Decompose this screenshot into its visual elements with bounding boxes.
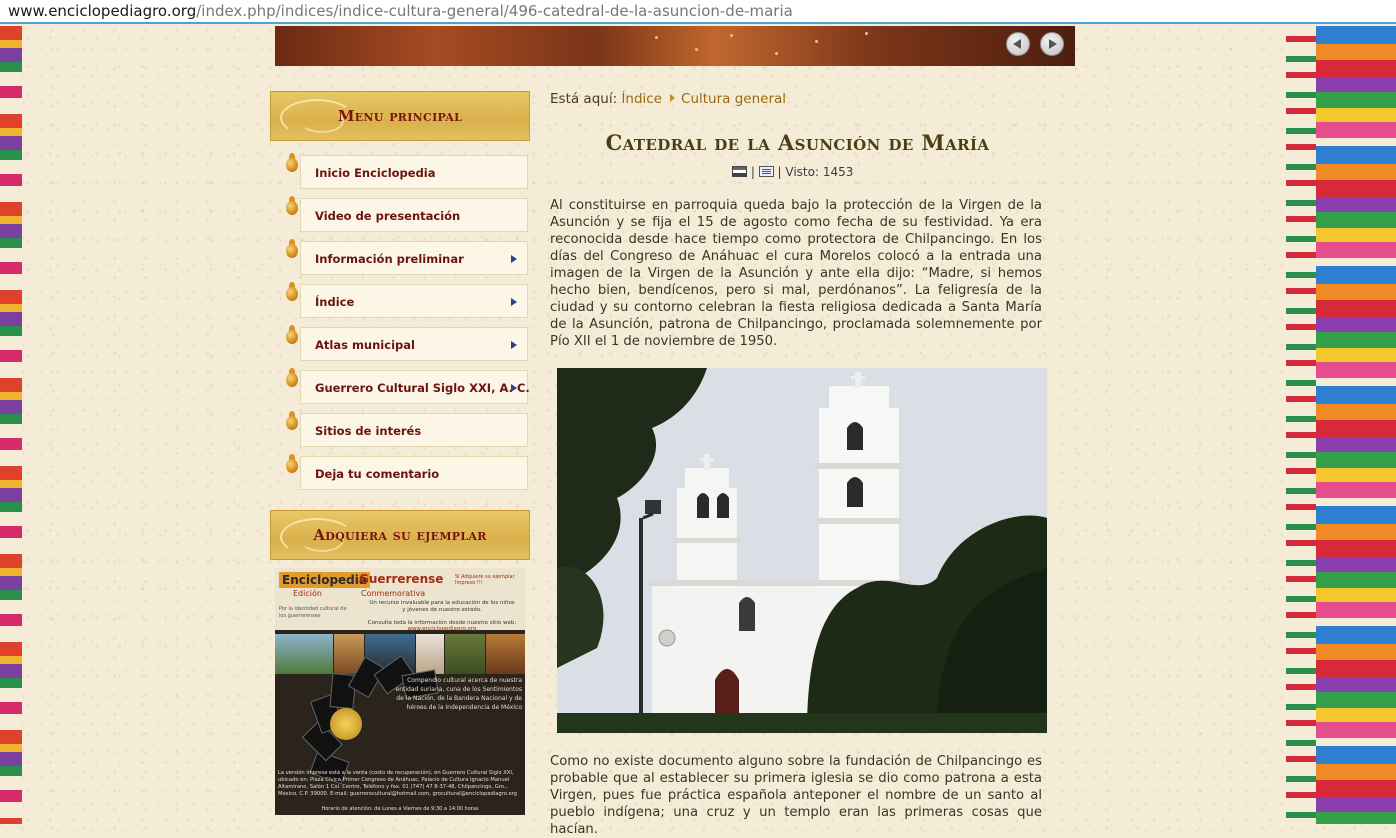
email-icon[interactable]	[758, 166, 774, 177]
menu-item-label: Deja tu comentario	[315, 467, 440, 481]
gourd-bullet-icon	[285, 368, 299, 388]
breadcrumb-current: Cultura general	[681, 91, 787, 107]
article-meta: | | Visto: 1453	[732, 164, 853, 180]
meta-separator: |	[750, 165, 755, 179]
promo-sale-info: La versión impresa está a la venta (cost…	[278, 770, 517, 797]
submenu-arrow-icon	[511, 341, 517, 349]
address-bar[interactable]: www.enciclopediagro.org/index.php/indice…	[0, 0, 1396, 24]
prev-arrow-icon[interactable]	[1006, 32, 1030, 56]
buy-copy-title: Adquiera su ejemplar	[313, 526, 487, 544]
cathedral-photo	[557, 368, 1047, 733]
gourd-bullet-icon	[285, 454, 299, 474]
gourd-bullet-icon	[285, 282, 299, 302]
promo-title-a: Enciclopedia	[279, 572, 370, 588]
breadcrumb-separator-icon	[670, 94, 676, 102]
next-arrow-icon[interactable]	[1040, 32, 1064, 56]
menu-item-atlas-municipal[interactable]: Atlas municipal	[300, 327, 528, 361]
gourd-bullet-icon	[285, 239, 299, 259]
view-count: | Visto: 1453	[777, 165, 854, 179]
menu-item-inicio-enciclopedia[interactable]: Inicio Enciclopedia	[300, 155, 528, 189]
article-title: Catedral de la Asunción de María	[605, 130, 990, 155]
promo-corner: Si Adquiere su ejemplar Impreso !!!	[455, 574, 515, 586]
menu-item-label: Sitios de interés	[315, 424, 422, 438]
menu-item-label: Inicio Enciclopedia	[315, 166, 436, 180]
main-menu-title: Menu principal	[337, 107, 463, 125]
promo-edition: Edición	[293, 589, 322, 598]
encyclopedia-promo-banner[interactable]: Enciclopedia Guerrerense Edición Conmemo…	[275, 568, 525, 815]
promo-medal	[330, 708, 362, 740]
promo-commemorative: Conmemorativa	[361, 589, 426, 598]
gourd-bullet-icon	[285, 153, 299, 173]
header-banner	[275, 26, 1075, 66]
article-paragraph-2: Como no existe documento alguno sobre la…	[550, 754, 1042, 837]
breadcrumb-link-indice[interactable]: Índice	[621, 91, 662, 107]
menu-item-label: Índice	[315, 295, 355, 309]
promo-hours: Horario de atención: de Lunes a Viernes …	[321, 806, 479, 812]
menu-item-label: Guerrero Cultural Siglo XXI, A. C.	[315, 381, 530, 395]
gourd-bullet-icon	[285, 325, 299, 345]
print-icon[interactable]	[732, 166, 747, 177]
promo-desc: Un recurso invaluable para la educación …	[369, 600, 515, 613]
buy-copy-header: Adquiera su ejemplar	[270, 510, 530, 560]
breadcrumb: Está aquí: Índice Cultura general	[550, 91, 786, 107]
menu-item-label: Información preliminar	[315, 252, 464, 266]
promo-tagline: Por la identidad cultural de los guerrer…	[279, 606, 347, 619]
menu-item-deja-comentario[interactable]: Deja tu comentario	[300, 456, 528, 490]
menu-item-indice[interactable]: Índice	[300, 284, 528, 318]
menu-item-sitios-interes[interactable]: Sitios de interés	[300, 413, 528, 447]
article-paragraph-1: Al constituirse en parroquia queda bajo …	[550, 198, 1042, 349]
main-menu-header: Menu principal	[270, 91, 530, 141]
decorative-border-left	[0, 26, 22, 824]
url-host: www.enciclopediagro.org	[8, 2, 197, 20]
menu-item-informacion-preliminar[interactable]: Información preliminar	[300, 241, 528, 275]
gourd-bullet-icon	[285, 196, 299, 216]
breadcrumb-prefix: Está aquí:	[550, 91, 618, 107]
menu-item-label: Video de presentación	[315, 209, 461, 223]
gourd-bullet-icon	[285, 411, 299, 431]
menu-item-guerrero-cultural[interactable]: Guerrero Cultural Siglo XXI, A. C.	[300, 370, 530, 404]
menu-item-label: Atlas municipal	[315, 338, 415, 352]
decorative-border-right	[1286, 26, 1396, 824]
submenu-arrow-icon	[511, 384, 517, 392]
promo-title-b: Guerrerense	[359, 572, 444, 586]
menu-item-video-presentacion[interactable]: Video de presentación	[300, 198, 528, 232]
promo-site: www.enciclopediagro.org	[407, 626, 477, 632]
submenu-arrow-icon	[511, 255, 517, 263]
url-path: /index.php/indices/indice-cultura-genera…	[196, 2, 793, 20]
promo-summary: Compendio cultural acerca de nuestra ent…	[395, 677, 523, 711]
submenu-arrow-icon	[511, 298, 517, 306]
